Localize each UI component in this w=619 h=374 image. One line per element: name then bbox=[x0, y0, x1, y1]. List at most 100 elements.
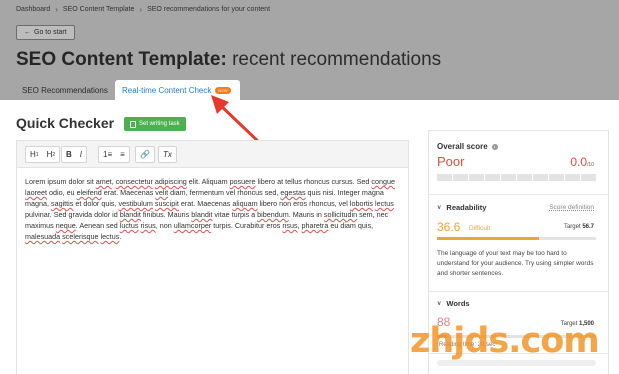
editor-text-run: pulvinar. Sed gravida dolor id bbox=[25, 210, 120, 219]
flagged-word: risus bbox=[282, 221, 298, 230]
breadcrumb-current: SEO recommendations for your content bbox=[147, 6, 271, 13]
watermark-logo: zhjds.com bbox=[410, 321, 600, 361]
editor-text-run: Lorem ipsum dolor sit bbox=[25, 177, 96, 186]
page-title: SEO Content Template: recent recommendat… bbox=[16, 49, 441, 71]
flagged-word: amet bbox=[95, 177, 112, 186]
readability-difficulty: Difficult bbox=[469, 225, 491, 232]
clear-group: Tx bbox=[158, 146, 177, 163]
italic-button[interactable]: I bbox=[76, 147, 86, 162]
list-group: 1≡ ≡ bbox=[98, 146, 130, 163]
readability-target: Target 56.7 bbox=[563, 224, 594, 230]
go-to-start-label: Go to start bbox=[34, 29, 67, 36]
editor-text-run: et dolor quis, bbox=[73, 199, 119, 208]
set-writing-task-button[interactable]: Set writing task bbox=[124, 117, 186, 131]
editor-text-run: turpis. Curabitur eros bbox=[211, 221, 283, 230]
tab-label: SEO Recommendations bbox=[22, 85, 108, 95]
chevron-down-icon: ∨ bbox=[437, 205, 442, 211]
flagged-word: posuere bbox=[229, 177, 256, 186]
editor-text-run: . Mauris in bbox=[288, 210, 324, 219]
editor-text-run: libero at tellus rhoncus cursus. Sed bbox=[255, 177, 372, 186]
chevron-right-icon: › bbox=[139, 5, 143, 14]
flagged-word: adipiscing bbox=[154, 177, 187, 186]
document-icon bbox=[130, 120, 136, 128]
insert-group: 🔗 bbox=[135, 146, 155, 163]
readability-bar-fill bbox=[437, 237, 539, 240]
editor-text-run: . Aenean sed bbox=[75, 221, 120, 230]
editor-text-run: , non bbox=[155, 221, 174, 230]
readability-toggle[interactable]: ∨ Readability bbox=[437, 203, 486, 212]
flagged-word: lectus bbox=[375, 199, 394, 208]
editor-text-run: vitae turpis a bbox=[212, 210, 258, 219]
flagged-word: velit bbox=[155, 188, 169, 197]
chevron-down-icon: ∨ bbox=[437, 301, 442, 307]
flagged-word: aliquam bbox=[232, 199, 258, 208]
editor-toolbar: H1 H2 B I 1≡ ≡ 🔗 Tx bbox=[17, 141, 408, 168]
flagged-word: pharetra bbox=[301, 221, 329, 230]
header-overlay: Dashboard › SEO Content Template › SEO r… bbox=[0, 0, 619, 100]
breadcrumb-seo-content-template[interactable]: SEO Content Template bbox=[63, 6, 134, 13]
breadcrumb: Dashboard › SEO Content Template › SEO r… bbox=[16, 5, 270, 14]
flagged-word: congue bbox=[371, 177, 395, 186]
clear-format-icon[interactable]: Tx bbox=[159, 147, 176, 162]
tab-label: Real-time Content Check bbox=[122, 85, 212, 95]
flagged-word: sollicitudin bbox=[323, 210, 358, 219]
flagged-word: sagittis bbox=[50, 199, 74, 208]
heading-1-button[interactable]: H1 bbox=[26, 147, 43, 162]
tab-seo-recommendations[interactable]: SEO Recommendations bbox=[22, 80, 108, 100]
readability-bar bbox=[437, 237, 596, 240]
overall-score-label: Overall score i bbox=[437, 142, 498, 151]
divider bbox=[429, 194, 608, 195]
flagged-word: lobortis bbox=[349, 199, 374, 208]
overall-rating: Poor bbox=[437, 154, 465, 169]
flagged-word: luctus bbox=[119, 221, 139, 230]
arrow-left-icon: ← bbox=[24, 29, 31, 36]
editor-text-run: eu diam quis, bbox=[328, 221, 374, 230]
flagged-word: vestibulum bbox=[118, 199, 153, 208]
flagged-word: scelerisque bbox=[62, 232, 99, 241]
editor-text-run: odio, eu bbox=[46, 188, 77, 197]
divider bbox=[429, 291, 608, 292]
quick-checker-title: Quick Checker bbox=[16, 115, 115, 131]
ordered-list-icon[interactable]: 1≡ bbox=[99, 147, 116, 162]
page-title-sub: recent recommendations bbox=[232, 49, 442, 70]
go-to-start-button[interactable]: ← Go to start bbox=[16, 25, 75, 40]
flagged-word: malesuada bbox=[25, 232, 61, 241]
flagged-word: lectus bbox=[100, 232, 120, 241]
editor-text-run: . bbox=[119, 232, 122, 241]
bullet-list-icon[interactable]: ≡ bbox=[116, 147, 129, 162]
flagged-word: neque bbox=[55, 221, 76, 230]
flagged-word: blandit bbox=[191, 210, 213, 219]
content-editor[interactable]: H1 H2 B I 1≡ ≡ 🔗 Tx Lorem ipsum dolor si… bbox=[16, 140, 409, 374]
words-toggle[interactable]: ∨ Words bbox=[437, 299, 470, 308]
flagged-word: bibendum bbox=[257, 210, 289, 219]
flagged-word: suscipit bbox=[154, 199, 179, 208]
bold-button[interactable]: B bbox=[62, 147, 76, 162]
editor-text-run: elit. Aliquam bbox=[186, 177, 230, 186]
overall-score-value: 0.0/10 bbox=[570, 155, 594, 169]
score-definition-link[interactable]: Score definition bbox=[549, 204, 594, 211]
flagged-word: consectetur bbox=[115, 177, 153, 186]
flagged-word: egestas bbox=[280, 188, 306, 197]
flagged-word: ullamcorper bbox=[173, 221, 212, 230]
editor-text-run: erat. Maecenas bbox=[178, 199, 233, 208]
flagged-word: blandit bbox=[119, 210, 141, 219]
info-icon[interactable]: i bbox=[491, 143, 498, 150]
breadcrumb-dashboard[interactable]: Dashboard bbox=[16, 6, 50, 13]
editor-body-text[interactable]: Lorem ipsum dolor sit amet, consectetur … bbox=[25, 176, 405, 242]
editor-text-run: finibus. Mauris bbox=[140, 210, 192, 219]
heading-2-button[interactable]: H2 bbox=[43, 147, 60, 162]
editor-text-run: diam, fermentum vel rhoncus sed, bbox=[168, 188, 281, 197]
chevron-right-icon: › bbox=[55, 5, 58, 14]
overall-score-bar bbox=[437, 174, 596, 181]
readability-description: The language of your text may be too har… bbox=[437, 250, 594, 277]
editor-text-run: libero non eros rhoncus, vel bbox=[257, 199, 350, 208]
editor-text-run: erat. Maecenas bbox=[101, 188, 156, 197]
heading-group: H1 H2 bbox=[25, 146, 61, 163]
flagged-word: risus bbox=[140, 221, 156, 230]
format-group: B I bbox=[61, 146, 88, 163]
link-icon[interactable]: 🔗 bbox=[136, 147, 154, 162]
readability-score: 36.6 bbox=[437, 220, 461, 234]
page-title-main: SEO Content Template: bbox=[16, 49, 227, 70]
set-writing-task-label: Set writing task bbox=[139, 121, 180, 127]
flagged-word: eleifend bbox=[76, 188, 102, 197]
